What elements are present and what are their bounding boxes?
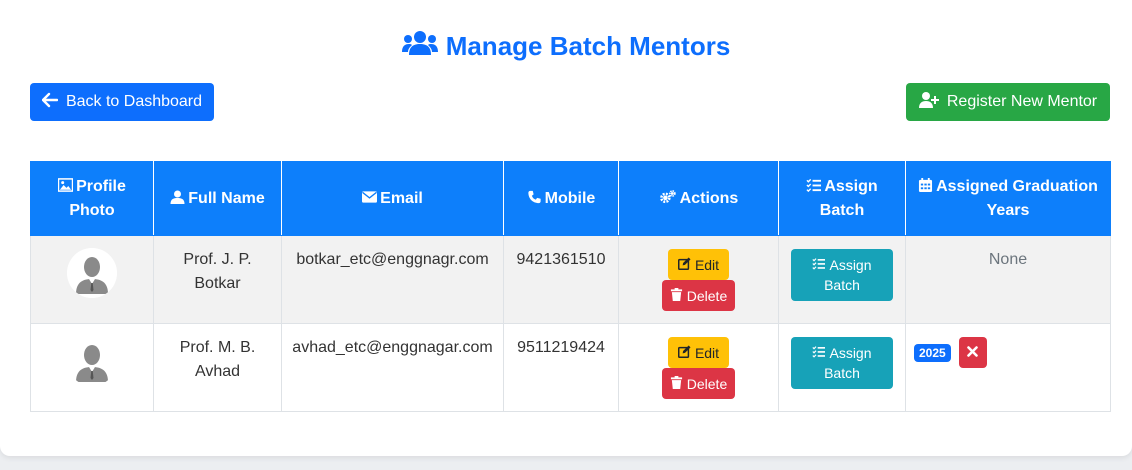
header-assigned-graduation-years: Assigned Graduation Years	[905, 161, 1111, 236]
graduation-years-cell: None	[905, 235, 1111, 324]
user-plus-icon	[918, 91, 939, 113]
header-profile-photo: Profile Photo	[30, 161, 154, 236]
full-name-cell: Prof. M. B. Avhad	[153, 323, 282, 412]
header-assign-batch: Assign Batch	[778, 161, 906, 236]
header-full-name: Full Name	[153, 161, 282, 236]
edit-icon	[677, 253, 691, 277]
email-cell: botkar_etc@enggnagr.com	[281, 235, 504, 324]
profile-photo-cell	[30, 235, 154, 324]
profile-photo-cell	[30, 323, 154, 412]
back-to-dashboard-button[interactable]: Back to Dashboard	[30, 83, 214, 121]
arrow-left-icon	[41, 92, 59, 113]
actions-cell: Edit Delete	[618, 235, 779, 324]
register-new-mentor-label: Register New Mentor	[946, 93, 1098, 110]
close-icon	[967, 341, 979, 365]
header-mobile: Mobile	[503, 161, 619, 236]
table-row: Prof. J. P. Botkar botkar_etc@enggnagr.c…	[30, 235, 1111, 324]
image-icon	[57, 177, 76, 195]
delete-button[interactable]: Delete	[662, 368, 735, 399]
table-row: Prof. M. B. Avhad avhad_etc@enggnagar.co…	[30, 323, 1111, 412]
year-badge: 2025	[914, 343, 951, 362]
users-icon	[401, 30, 438, 63]
full-name-cell: Prof. J. P. Botkar	[153, 235, 282, 324]
trash-icon	[670, 372, 683, 396]
cogs-icon	[659, 189, 680, 207]
table-header-row: Profile Photo Full Name Email Mobile Act…	[30, 161, 1111, 236]
calendar-icon	[918, 177, 936, 195]
edit-button[interactable]: Edit	[668, 249, 729, 280]
mobile-cell: 9421361510	[503, 235, 619, 324]
avatar	[67, 248, 117, 298]
delete-button[interactable]: Delete	[662, 280, 735, 311]
mobile-cell: 9511219424	[503, 323, 619, 412]
mentors-table: Profile Photo Full Name Email Mobile Act…	[30, 161, 1111, 412]
edit-button[interactable]: Edit	[668, 337, 729, 368]
list-check-icon	[806, 178, 824, 195]
envelope-icon	[362, 190, 380, 207]
email-cell: avhad_etc@enggnagar.com	[281, 323, 504, 412]
graduation-years-cell: 2025	[905, 323, 1111, 412]
list-check-icon	[812, 343, 826, 363]
user-icon	[170, 190, 188, 207]
header-email: Email	[281, 161, 504, 236]
main-card: Manage Batch Mentors Back to Dashboard R…	[0, 0, 1132, 456]
edit-icon	[677, 341, 691, 365]
assign-batch-cell: Assign Batch	[778, 235, 906, 324]
avatar	[67, 336, 117, 386]
assign-batch-button[interactable]: Assign Batch	[791, 249, 893, 301]
assign-batch-cell: Assign Batch	[778, 323, 906, 412]
remove-year-button[interactable]	[958, 337, 987, 368]
register-new-mentor-button[interactable]: Register New Mentor	[906, 83, 1110, 121]
no-years-text: None	[988, 251, 1028, 268]
assign-batch-button[interactable]: Assign Batch	[791, 337, 893, 389]
phone-icon	[527, 190, 545, 207]
back-to-dashboard-label: Back to Dashboard	[65, 93, 203, 110]
page-title: Manage Batch Mentors	[0, 30, 1132, 62]
trash-icon	[670, 284, 683, 308]
header-actions: Actions	[618, 161, 779, 236]
actions-cell: Edit Delete	[618, 323, 779, 412]
page-title-text: Manage Batch Mentors	[445, 30, 731, 61]
list-check-icon	[812, 255, 826, 275]
